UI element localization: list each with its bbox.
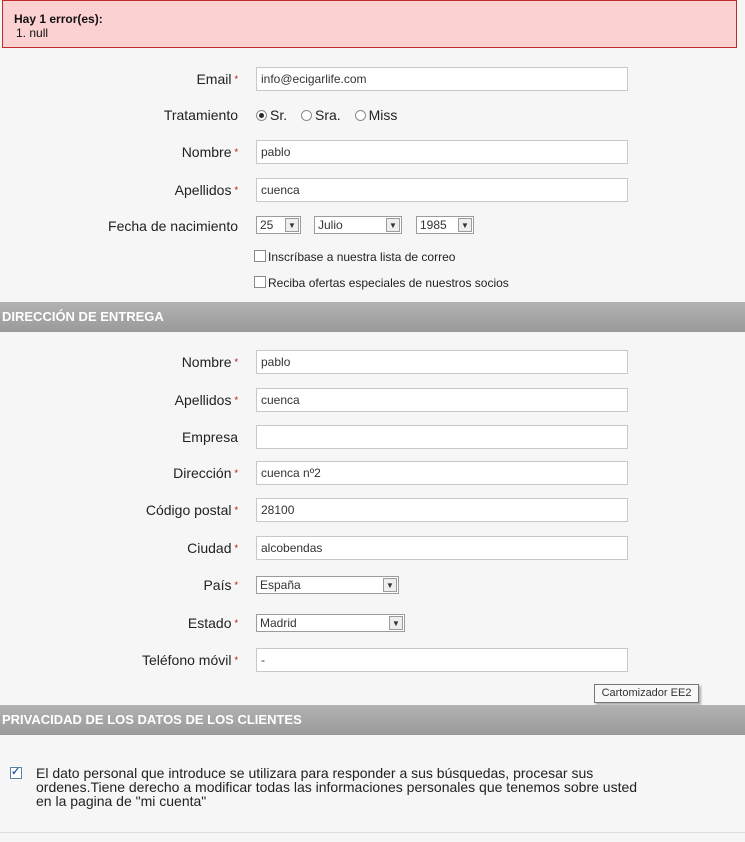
- birth-year-select[interactable]: 1985 ▼: [416, 216, 474, 234]
- required-marker: *: [234, 543, 238, 553]
- required-marker: *: [234, 357, 238, 367]
- chevron-down-icon: ▼: [383, 578, 397, 592]
- required-marker: *: [234, 185, 238, 195]
- country-label: País *: [203, 577, 238, 593]
- newsletter-checkbox[interactable]: [254, 250, 266, 262]
- last-name-row: Apellidos * cuenca: [0, 178, 745, 204]
- birth-date-row: Fecha de nacimiento 25 ▼ Julio ▼ 1985 ▼: [0, 216, 745, 242]
- treatment-radio-group: Sr. Sra. Miss: [256, 103, 407, 127]
- city-input[interactable]: alcobendas: [256, 536, 628, 560]
- address-label: Dirección *: [173, 465, 238, 481]
- privacy-text: El dato personal que introduce se utiliz…: [36, 765, 638, 809]
- delivery-first-name-input[interactable]: pablo: [256, 350, 628, 374]
- newsletter-option[interactable]: Inscríbase a nuestra lista de correo: [254, 250, 455, 266]
- company-input[interactable]: [256, 425, 628, 449]
- chevron-down-icon: ▼: [458, 218, 472, 232]
- last-name-input[interactable]: cuenca: [256, 178, 628, 202]
- required-marker: *: [234, 505, 238, 515]
- postal-code-label: Código postal *: [145, 502, 238, 518]
- offers-option[interactable]: Reciba ofertas especiales de nuestros so…: [254, 276, 509, 292]
- address-input[interactable]: cuenca nº2: [256, 461, 628, 485]
- treatment-row: Tratamiento Sr. Sra. Miss: [0, 103, 745, 129]
- chevron-down-icon: ▼: [386, 218, 400, 232]
- last-name-label: Apellidos *: [174, 182, 238, 198]
- required-marker: *: [234, 618, 238, 628]
- birth-date-label: Fecha de nacimiento: [108, 218, 238, 234]
- required-marker: *: [234, 580, 238, 590]
- radio-sr[interactable]: [256, 110, 267, 121]
- city-row: Ciudad * alcobendas: [0, 536, 745, 562]
- country-select[interactable]: España ▼: [256, 576, 399, 594]
- delivery-last-name-label: Apellidos *: [174, 392, 238, 408]
- privacy-section-header: PRIVACIDAD DE LOS DATOS DE LOS CLIENTES: [0, 705, 745, 735]
- radio-option-sr[interactable]: Sr.: [256, 107, 287, 123]
- first-name-input[interactable]: pablo: [256, 140, 628, 164]
- chevron-down-icon: ▼: [389, 616, 403, 630]
- country-row: País * España ▼: [0, 573, 745, 599]
- mobile-input[interactable]: -: [256, 648, 628, 672]
- city-label: Ciudad *: [187, 540, 238, 556]
- divider: [0, 832, 745, 833]
- company-row: Empresa: [0, 425, 745, 451]
- radio-option-sra[interactable]: Sra.: [301, 107, 341, 123]
- error-message-box: Hay 1 error(es): 1. null: [2, 0, 737, 48]
- first-name-label: Nombre *: [181, 144, 238, 160]
- first-name-row: Nombre * pablo: [0, 140, 745, 166]
- delivery-first-name-row: Nombre * pablo: [0, 350, 745, 376]
- radio-miss[interactable]: [354, 110, 366, 121]
- delivery-first-name-label: Nombre *: [181, 354, 238, 370]
- required-marker: *: [234, 147, 238, 157]
- treatment-label: Tratamiento: [163, 107, 238, 123]
- mobile-row: Teléfono móvil * -: [0, 648, 745, 674]
- radio-sra[interactable]: [301, 110, 313, 121]
- address-row: Dirección * cuenca nº2: [0, 461, 745, 487]
- delivery-last-name-row: Apellidos * cuenca: [0, 388, 745, 414]
- birth-month-select[interactable]: Julio ▼: [314, 216, 402, 234]
- mobile-label: Teléfono móvil *: [141, 652, 238, 668]
- chevron-down-icon: ▼: [285, 218, 299, 232]
- postal-code-row: Código postal * 28100: [0, 498, 745, 524]
- delivery-section-header: DIRECCIÓN DE ENTREGA: [0, 302, 745, 332]
- state-label: Estado *: [187, 615, 238, 631]
- offers-checkbox[interactable]: [254, 276, 266, 288]
- required-marker: *: [234, 468, 238, 478]
- error-item: 1. null: [16, 26, 49, 40]
- required-marker: *: [234, 655, 238, 665]
- postal-code-input[interactable]: 28100: [256, 498, 628, 522]
- delivery-last-name-input[interactable]: cuenca: [256, 388, 628, 412]
- email-row: Email * info@ecigarlife.com: [0, 67, 745, 93]
- birth-day-select[interactable]: 25 ▼: [256, 216, 301, 234]
- required-marker: *: [234, 74, 238, 84]
- error-title: Hay 1 error(es):: [14, 12, 103, 26]
- tooltip: Cartomizador EE2: [594, 684, 699, 703]
- email-label: Email *: [196, 71, 238, 87]
- required-marker: *: [234, 395, 238, 405]
- email-input[interactable]: info@ecigarlife.com: [256, 67, 628, 91]
- state-row: Estado * Madrid ▼: [0, 611, 745, 637]
- radio-option-miss[interactable]: Miss: [354, 107, 397, 123]
- state-select[interactable]: Madrid ▼: [256, 614, 405, 632]
- privacy-checkbox[interactable]: [10, 765, 22, 779]
- company-label: Empresa: [181, 429, 238, 445]
